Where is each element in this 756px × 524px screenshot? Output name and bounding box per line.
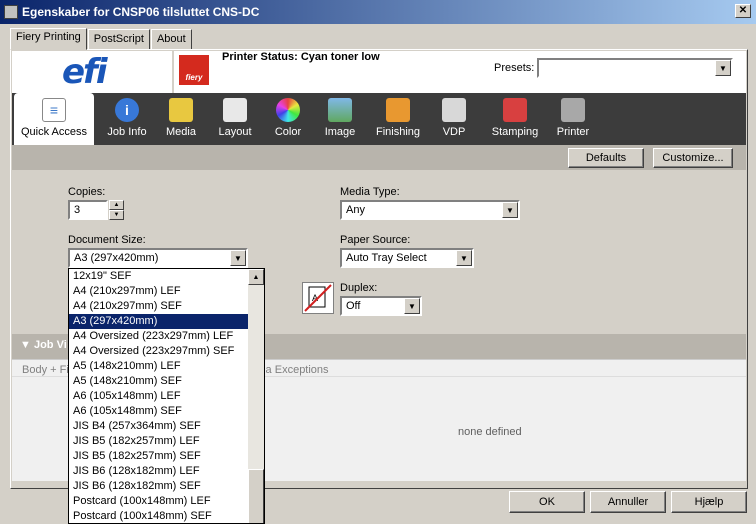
tool-printer[interactable]: Printer <box>554 93 592 145</box>
media-type-select[interactable]: Any ▼ <box>340 200 520 220</box>
tab-strip: Fiery Printing PostScript About <box>10 28 193 50</box>
window-title: Egenskaber for CNSP06 tilsluttet CNS-DC <box>22 5 260 19</box>
scroll-up-icon[interactable]: ▲ <box>248 269 264 285</box>
finishing-icon <box>386 98 410 122</box>
dropdown-option[interactable]: JIS B6 (128x182mm) SEF <box>69 479 264 494</box>
customize-button[interactable]: Customize... <box>653 148 733 168</box>
tool-vdp[interactable]: VDP <box>436 93 472 145</box>
chevron-down-icon: ▼ <box>456 250 472 266</box>
document-size-select[interactable]: A3 (297x420mm) ▼ <box>68 248 248 268</box>
divider <box>172 51 174 93</box>
ok-button[interactable]: OK <box>509 491 585 513</box>
document-size-dropdown[interactable]: 12x19" SEF A4 (210x297mm) LEF A4 (210x297m… <box>68 268 265 524</box>
dropdown-option[interactable]: A6 (105x148mm) SEF <box>69 404 264 419</box>
printer-icon <box>4 5 18 19</box>
layout-icon <box>223 98 247 122</box>
media-icon <box>169 98 193 122</box>
tab-postscript[interactable]: PostScript <box>87 29 150 50</box>
duplex-icon: A <box>302 282 334 314</box>
tab-about[interactable]: About <box>150 29 192 50</box>
tool-finishing[interactable]: Finishing <box>372 93 424 145</box>
cancel-button[interactable]: Annuller <box>590 491 666 513</box>
dropdown-option[interactable]: JIS B5 (182x257mm) SEF <box>69 449 264 464</box>
scroll-thumb[interactable] <box>248 469 264 523</box>
scrollbar[interactable]: ▲ <box>248 269 264 523</box>
document-size-label: Document Size: <box>68 234 146 246</box>
chevron-down-icon: ▼ <box>715 60 731 76</box>
help-button[interactable]: Hjælp <box>671 491 747 513</box>
tab-fiery-printing[interactable]: Fiery Printing <box>10 28 87 50</box>
dropdown-option[interactable]: A4 Oversized (223x297mm) SEF <box>69 344 264 359</box>
spin-down-icon[interactable]: ▼ <box>109 210 124 220</box>
dropdown-option[interactable]: A5 (148x210mm) LEF <box>69 359 264 374</box>
dropdown-option[interactable]: A6 (105x148mm) LEF <box>69 389 264 404</box>
job-view-title: ▼ Job Vi <box>20 339 67 351</box>
tool-stamping[interactable]: Stamping <box>488 93 542 145</box>
dropdown-option[interactable]: JIS B5 (182x257mm) LEF <box>69 434 264 449</box>
dropdown-option[interactable]: A4 (210x297mm) LEF <box>69 284 264 299</box>
paper-source-label: Paper Source: <box>340 234 411 246</box>
column-header-right: dia Exceptions <box>257 364 329 376</box>
dropdown-option[interactable]: A3 (297x420mm) <box>69 314 264 329</box>
dropdown-option[interactable]: A4 (210x297mm) SEF <box>69 299 264 314</box>
tool-job-info[interactable]: i Job Info <box>102 93 152 145</box>
info-icon: i <box>115 98 139 122</box>
duplex-select[interactable]: Off ▼ <box>340 296 422 316</box>
chevron-down-icon: ▼ <box>230 250 246 266</box>
column-header-left: Body + Fi <box>22 364 69 376</box>
close-icon[interactable]: ✕ <box>735 4 751 18</box>
efi-logo: efi <box>62 52 107 92</box>
document-icon: ≡ <box>42 98 66 122</box>
media-type-label: Media Type: <box>340 186 400 198</box>
stamp-icon <box>503 98 527 122</box>
copies-label: Copies: <box>68 186 106 198</box>
tool-image[interactable]: Image <box>320 93 360 145</box>
chevron-down-icon: ▼ <box>502 202 518 218</box>
dropdown-option[interactable]: A5 (148x210mm) SEF <box>69 374 264 389</box>
defaults-button[interactable]: Defaults <box>568 148 644 168</box>
paper-source-select[interactable]: Auto Tray Select ▼ <box>340 248 474 268</box>
dropdown-option[interactable]: JIS B6 (128x182mm) LEF <box>69 464 264 479</box>
presets-select[interactable]: ▼ <box>537 58 733 78</box>
printer-status: Printer Status: Cyan toner low <box>222 51 380 63</box>
vdp-icon <box>442 98 466 122</box>
dropdown-option[interactable]: Postcard (100x148mm) SEF <box>69 509 264 523</box>
tool-media[interactable]: Media <box>160 93 202 145</box>
image-icon <box>328 98 352 122</box>
dropdown-list: 12x19" SEF A4 (210x297mm) LEF A4 (210x297m… <box>69 269 264 523</box>
printer-icon <box>561 98 585 122</box>
dropdown-option[interactable]: Postcard (100x148mm) LEF <box>69 494 264 509</box>
dropdown-option[interactable]: JIS B4 (257x364mm) SEF <box>69 419 264 434</box>
dropdown-option[interactable]: A4 Oversized (223x297mm) LEF <box>69 329 264 344</box>
spin-up-icon[interactable]: ▲ <box>109 200 124 210</box>
tool-color[interactable]: Color <box>268 93 308 145</box>
copies-input[interactable]: 3 <box>68 200 108 220</box>
empty-message: none defined <box>458 426 522 438</box>
presets-label: Presets: <box>494 62 535 74</box>
chevron-down-icon: ▼ <box>404 298 420 314</box>
tool-quick-access[interactable]: ≡ Quick Access <box>14 93 94 145</box>
dropdown-option[interactable]: 12x19" SEF <box>69 269 264 284</box>
tool-layout[interactable]: Layout <box>212 93 258 145</box>
fiery-logo: fiery <box>179 55 209 85</box>
title-bar: Egenskaber for CNSP06 tilsluttet CNS-DC … <box>0 0 756 24</box>
duplex-label: Duplex: <box>340 282 378 294</box>
color-wheel-icon <box>276 98 300 122</box>
